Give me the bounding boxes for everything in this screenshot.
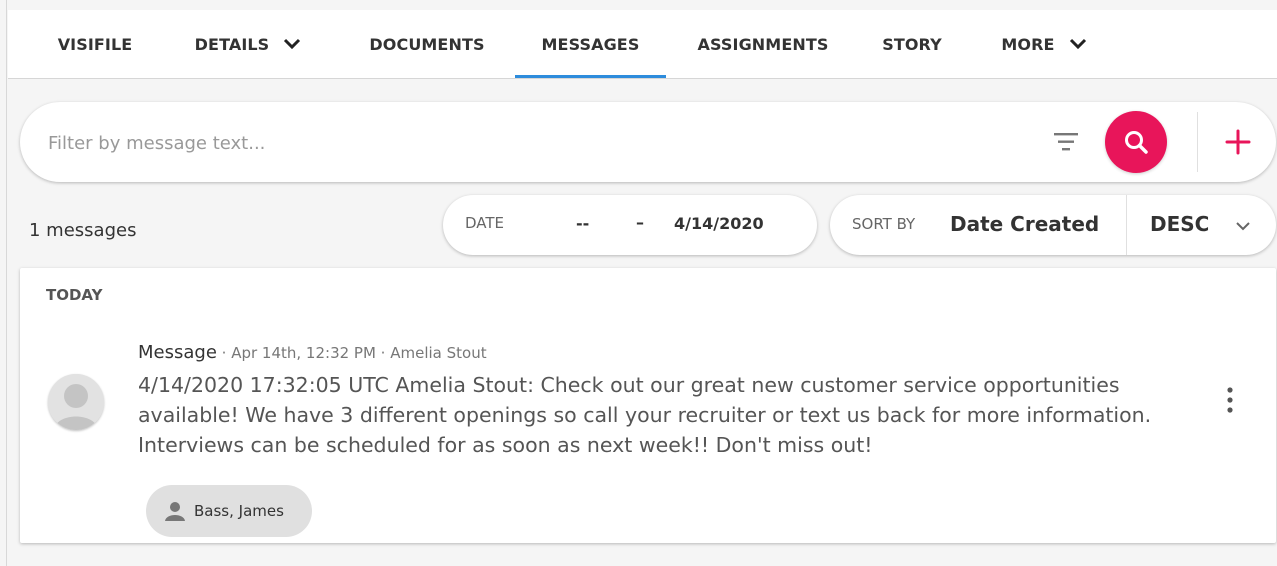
date-separator: – — [636, 213, 644, 232]
tab-label: MESSAGES — [541, 34, 640, 54]
date-from-field[interactable]: -- — [576, 214, 589, 233]
message-meta: · Apr 14th, 12:32 PM · Amelia Stout — [216, 344, 487, 362]
add-message-button[interactable] — [1220, 124, 1256, 160]
tab-story[interactable]: STORY — [874, 10, 950, 78]
divider — [1126, 195, 1127, 255]
avatar — [48, 374, 104, 430]
person-icon — [48, 374, 104, 430]
date-label: DATE — [465, 214, 505, 232]
frame-border — [6, 0, 7, 566]
more-vert-icon[interactable] — [1218, 384, 1242, 416]
message-group-card: TODAY Message · Apr 14th, 12:32 PM · Ame… — [20, 268, 1276, 543]
filter-lines-icon[interactable] — [1052, 130, 1080, 154]
search-button[interactable] — [1105, 111, 1167, 173]
date-to-field[interactable]: 4/14/2020 — [674, 214, 764, 233]
tab-visifile[interactable]: VISIFILE — [52, 10, 138, 78]
sort-control: SORT BY Date Created DESC — [830, 195, 1276, 255]
chevron-down-icon[interactable] — [1234, 217, 1252, 235]
chevron-down-icon — [1069, 38, 1086, 50]
chevron-down-icon — [284, 38, 301, 50]
tab-more[interactable]: MORE — [992, 10, 1096, 78]
tab-label: DOCUMENTS — [369, 34, 485, 54]
tab-label: STORY — [882, 34, 942, 54]
tab-details[interactable]: DETAILS — [182, 10, 314, 78]
sort-label: SORT BY — [852, 215, 916, 233]
person-icon — [165, 502, 185, 521]
tab-label: DETAILS — [194, 34, 270, 54]
tab-label: ASSIGNMENTS — [697, 34, 829, 54]
tab-messages[interactable]: MESSAGES — [515, 10, 666, 78]
message-header: Message · Apr 14th, 12:32 PM · Amelia St… — [138, 342, 487, 363]
search-bar — [20, 102, 1276, 182]
date-filter[interactable]: DATE -- – 4/14/2020 — [443, 195, 817, 255]
recipient-name: Bass, James — [194, 502, 284, 520]
sort-field-select[interactable]: Date Created — [950, 212, 1099, 236]
recipient-chip[interactable]: Bass, James — [146, 485, 312, 537]
divider — [1197, 112, 1198, 172]
message-body: 4/14/2020 17:32:05 UTC Amelia Stout: Che… — [138, 373, 1152, 457]
search-input[interactable] — [46, 122, 950, 164]
message-count: 1 messages — [29, 220, 137, 241]
sort-direction-select[interactable]: DESC — [1150, 212, 1209, 236]
group-title: TODAY — [46, 286, 103, 304]
tab-bar: VISIFILE DETAILS DOCUMENTS MESSAGES ASSI… — [8, 10, 1277, 79]
tab-label: MORE — [1001, 34, 1055, 54]
tab-assignments[interactable]: ASSIGNMENTS — [688, 10, 838, 78]
search-icon — [1125, 131, 1148, 154]
message-type: Message — [138, 342, 217, 363]
tab-label: VISIFILE — [57, 34, 133, 54]
tab-documents[interactable]: DOCUMENTS — [362, 10, 492, 78]
